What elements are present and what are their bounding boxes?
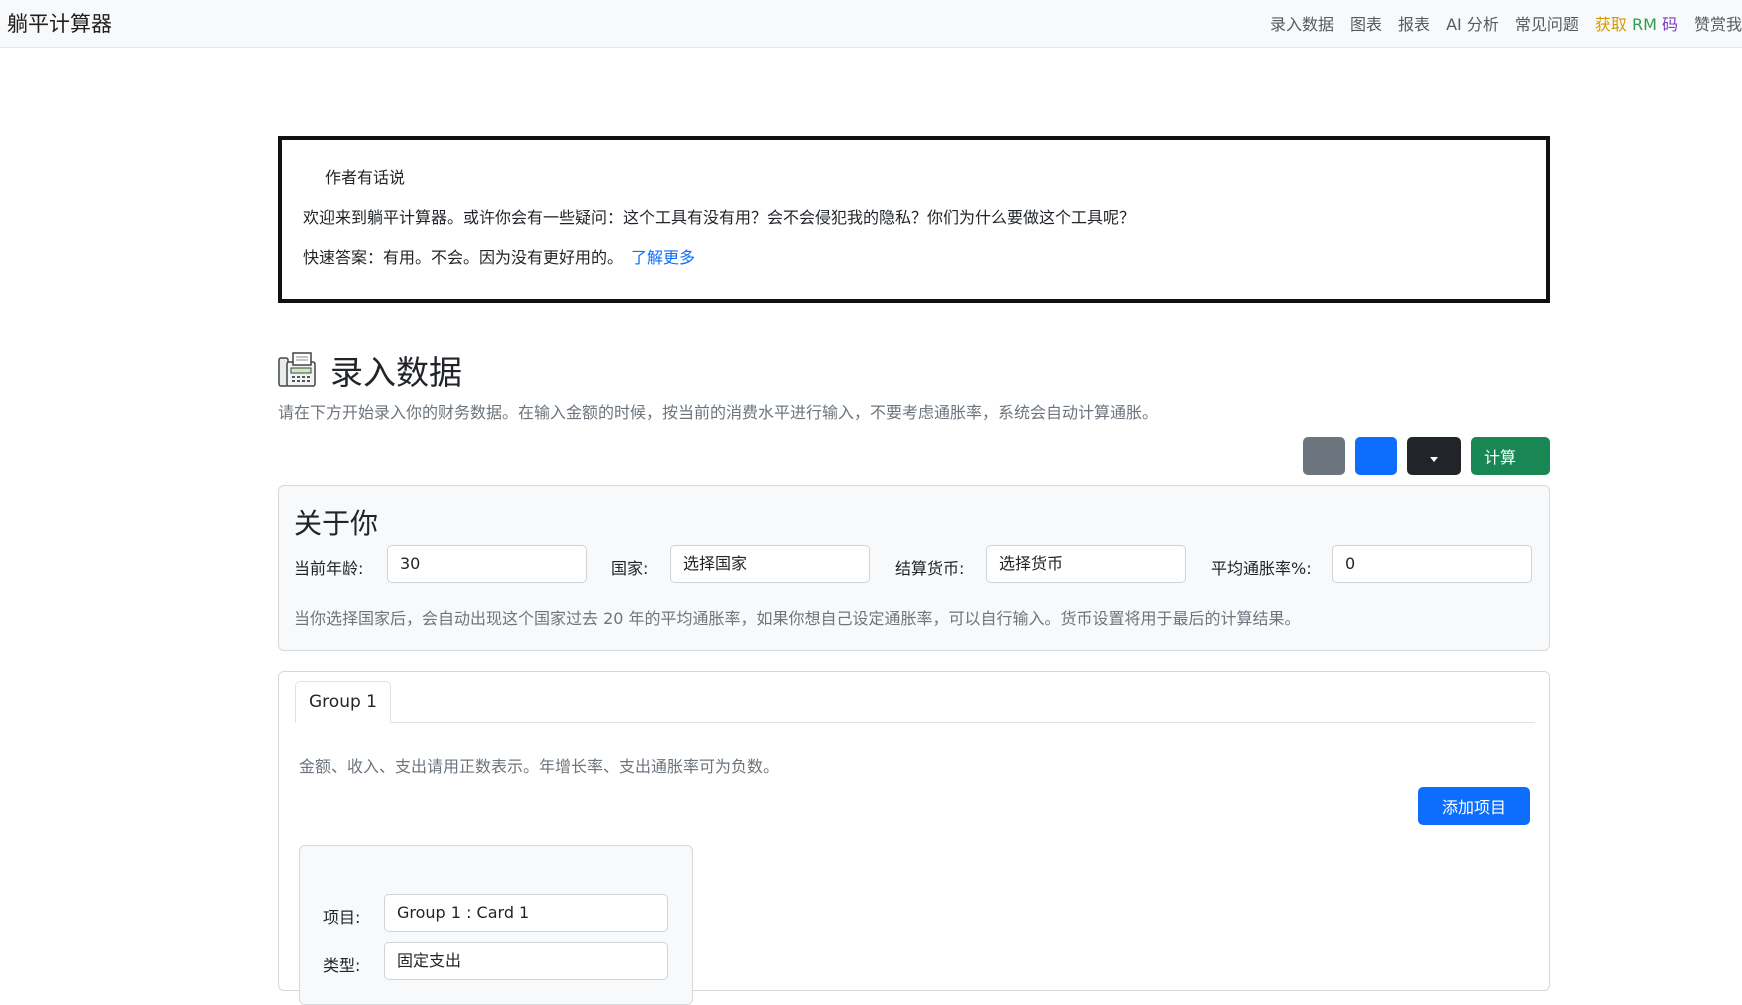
add-item-button[interactable]: 添加项目 [1418,787,1530,825]
navbar: 躺平计算器 录入数据 图表 报表 AI 分析 常见问题 获取 RM 码 赞赏我 [0,0,1742,48]
about-you-card: 关于你 当前年龄: 30 国家: 选择国家 结算货币: 选择货币 平均通胀率%:… [278,485,1550,651]
section-description: 请在下方开始录入你的财务数据。在输入金额的时候，按当前的消费水平进行输入，不要考… [278,403,1159,422]
currency-label: 结算货币: [895,559,965,578]
nav-link-ai-analysis[interactable]: AI 分析 [1446,11,1499,35]
nav-link-reports[interactable]: 报表 [1398,11,1430,35]
nav-links: 录入数据 图表 报表 AI 分析 常见问题 获取 RM 码 赞赏我 [1270,11,1742,35]
group-card: Group 1 金额、收入、支出请用正数表示。年增长率、支出通胀率可为负数。 添… [278,671,1550,1005]
notice-line-2: 快速答案：有用。不会。因为没有更好用的。 了解更多 [303,244,695,268]
caret-down-icon [1430,456,1438,462]
calculate-button[interactable]: 计算 [1471,437,1550,475]
item-name-input[interactable]: Group 1 : Card 1 [384,894,668,932]
learn-more-link[interactable]: 了解更多 [631,248,695,267]
country-select[interactable]: 选择国家 [670,545,870,583]
author-notice: 作者有话说 欢迎来到躺平计算器。或许你会有一些疑问：这个工具有没有用？会不会侵犯… [278,136,1550,303]
notice-quick-answer: 快速答案：有用。不会。因为没有更好用的。 [303,248,624,267]
rm-code-part3: 码 [1661,15,1678,34]
age-label: 当前年龄: [294,559,364,578]
dropdown-toggle-button[interactable] [1407,437,1461,475]
nav-link-charts[interactable]: 图表 [1350,11,1382,35]
rm-code-part1: 获取 [1594,15,1627,34]
item-name-label: 项目: [323,908,361,927]
section-header: 录入数据 [278,348,462,392]
tab-group-1[interactable]: Group 1 [295,681,391,723]
age-input[interactable]: 30 [387,545,587,583]
country-label: 国家: [611,559,649,578]
inflation-label: 平均通胀率%: [1211,559,1312,578]
about-title: 关于你 [294,507,379,540]
nav-link-enter-data[interactable]: 录入数据 [1270,11,1334,35]
gray-action-button[interactable] [1303,437,1345,475]
inflation-input[interactable]: 0 [1332,545,1532,583]
notice-line-1: 欢迎来到躺平计算器。或许你会有一些疑问：这个工具有没有用？会不会侵犯我的隐私？你… [303,208,1136,227]
blue-action-button[interactable] [1355,437,1397,475]
item-type-select[interactable]: 固定支出 [384,942,668,980]
item-type-label: 类型: [323,956,361,975]
section-title: 录入数据 [330,353,462,392]
nav-link-faq[interactable]: 常见问题 [1515,11,1579,35]
brand-logo[interactable]: 躺平计算器 [7,8,112,38]
notice-title: 作者有话说 [325,168,406,187]
group-note: 金额、收入、支出请用正数表示。年增长率、支出通胀率可为负数。 [299,757,780,776]
currency-select[interactable]: 选择货币 [986,545,1186,583]
nav-link-donate[interactable]: 赞赏我 [1694,11,1742,35]
tabs-divider [295,722,1535,723]
item-card: 项目: Group 1 : Card 1 类型: 固定支出 [299,845,693,1005]
rm-code-part2: RM [1631,15,1657,34]
nav-link-get-rm-code[interactable]: 获取 RM 码 [1595,11,1678,35]
about-note: 当你选择国家后，会自动出现这个国家过去 20 年的平均通胀率，如果你想自己设定通… [294,609,1301,628]
fax-machine-icon [278,352,316,388]
